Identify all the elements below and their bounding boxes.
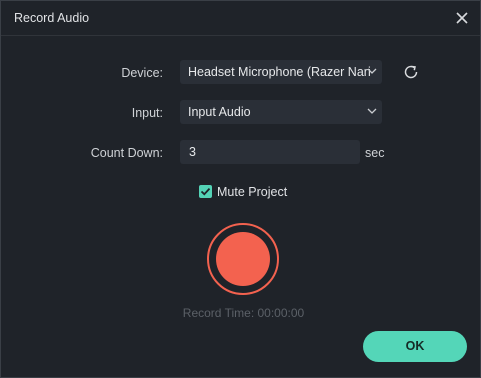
mute-project-label[interactable]: Mute Project — [217, 185, 287, 199]
record-icon — [216, 232, 270, 286]
ok-button[interactable]: OK — [363, 331, 467, 362]
input-value: Input Audio — [188, 105, 251, 119]
device-label: Device: — [121, 66, 163, 80]
input-label: Input: — [131, 106, 163, 120]
device-select[interactable]: Headset Microphone (Razer Nari — [180, 60, 382, 84]
record-button[interactable] — [207, 223, 279, 295]
countdown-field[interactable]: 3 — [180, 140, 360, 164]
countdown-value: 3 — [189, 145, 196, 159]
chevron-down-icon — [367, 68, 377, 74]
input-select[interactable]: Input Audio — [180, 100, 382, 124]
title-bar: Record Audio — [1, 1, 480, 36]
record-audio-dialog: Record Audio Device: Headset Microphone … — [0, 0, 481, 378]
close-icon[interactable] — [453, 9, 471, 27]
dialog-title: Record Audio — [14, 11, 90, 25]
check-icon — [200, 187, 211, 196]
mute-project-checkbox[interactable] — [199, 185, 212, 198]
record-time: Record Time: 00:00:00 — [182, 306, 305, 320]
device-value: Headset Microphone (Razer Nari — [188, 65, 371, 79]
chevron-down-icon — [367, 108, 377, 114]
countdown-unit: sec — [365, 146, 385, 160]
refresh-icon[interactable] — [402, 63, 420, 81]
countdown-label: Count Down: — [90, 146, 163, 160]
